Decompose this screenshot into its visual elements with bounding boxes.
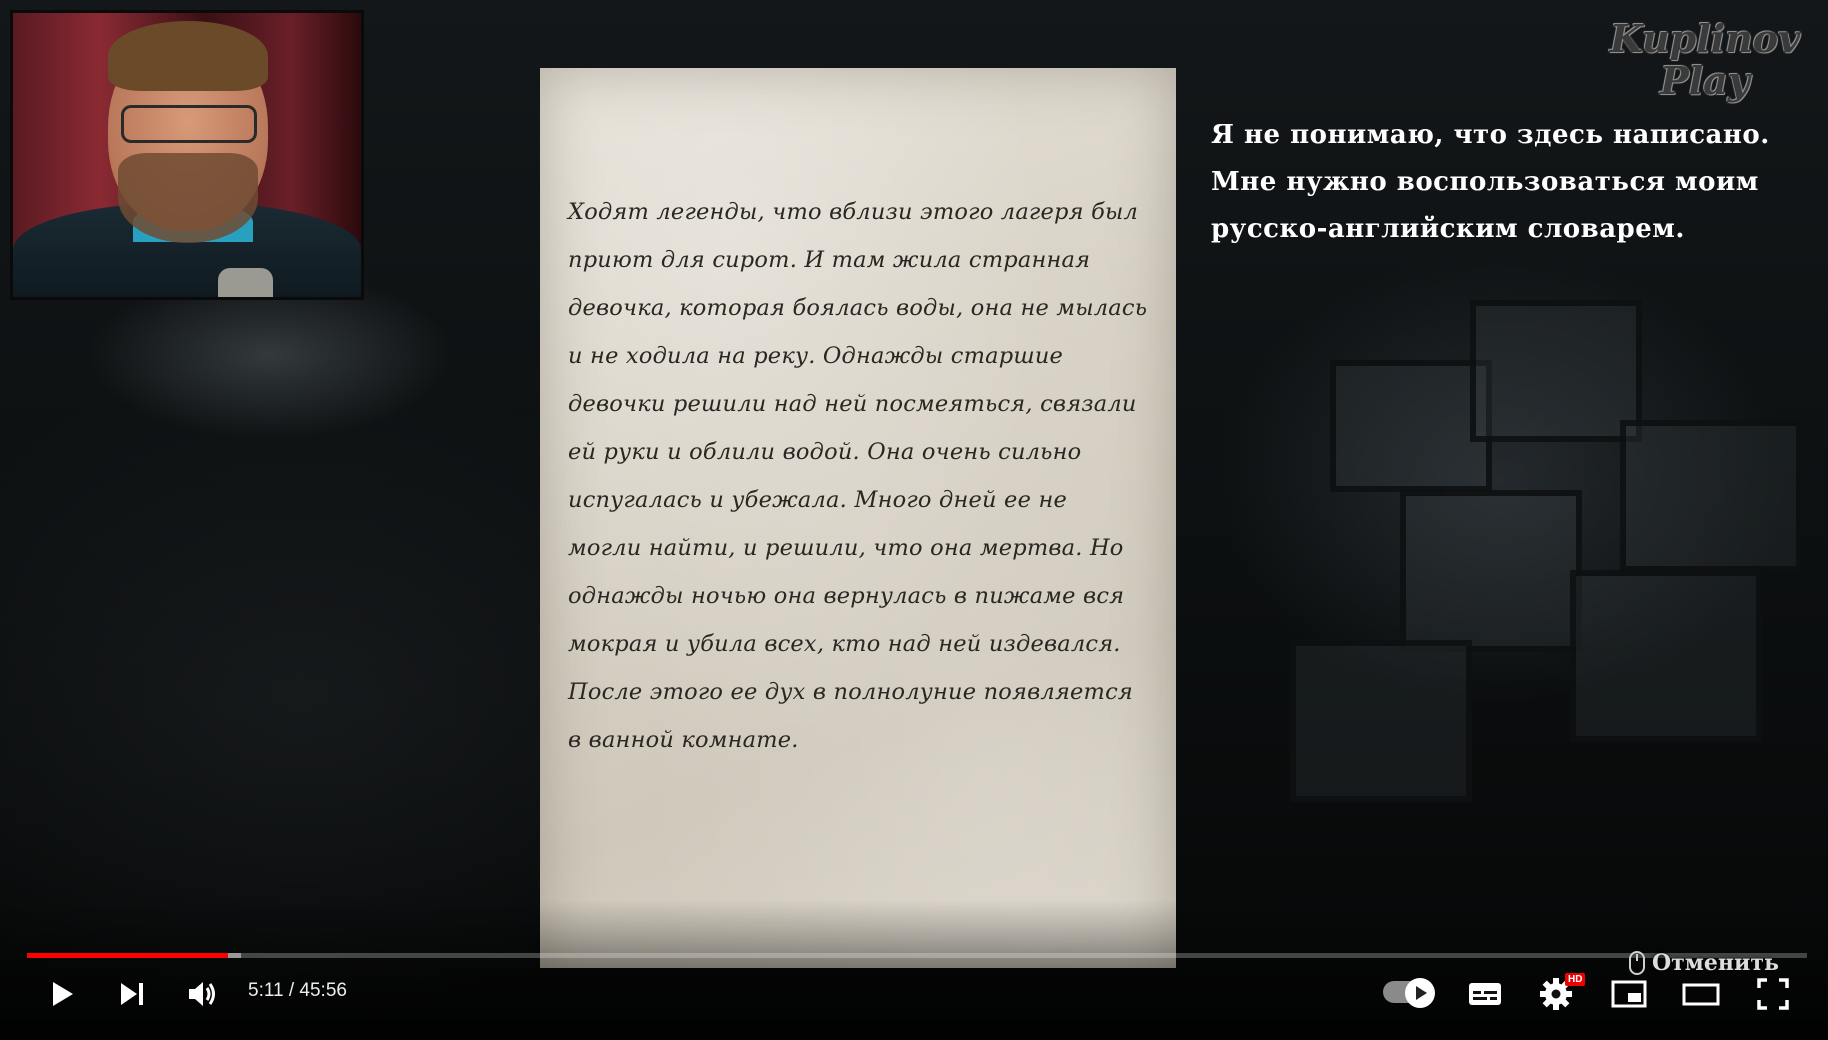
webcam-hair <box>108 21 268 91</box>
letter-line: Ходят легенды, что вблизи этого лагеря б… <box>568 199 1139 225</box>
letter-line: в ванной комнате. <box>568 727 799 753</box>
fullscreen-icon[interactable] <box>1755 976 1791 1012</box>
progress-played <box>27 953 229 958</box>
floor-tile <box>1290 640 1472 802</box>
subtitles-icon[interactable] <box>1466 976 1504 1012</box>
subtitle-line: русско-английским словарем. <box>1211 214 1685 244</box>
floor-tile <box>1400 490 1582 652</box>
letter-line: испугалась и убежала. Много дней ее не <box>568 487 1067 513</box>
letter-line: однажды ночью она вернулась в пижаме вся <box>568 583 1125 609</box>
controls-gradient <box>0 900 1828 1040</box>
theater-icon[interactable] <box>1681 976 1721 1012</box>
letter-line: ей руки и облили водой. Она очень сильно <box>568 439 1082 465</box>
time-display: 5:11 / 45:56 <box>248 980 347 1001</box>
letter-line: девочка, которая боялась воды, она не мы… <box>568 295 1148 321</box>
webcam-overlay <box>10 10 364 300</box>
handwritten-letter: Ходят легенды, что вблизи этого лагеря б… <box>540 68 1176 968</box>
letter-line: мокрая и убила всех, кто над ней издевал… <box>568 631 1121 657</box>
autoplay-play-icon <box>1416 986 1427 1000</box>
microphone <box>218 268 273 297</box>
next-icon[interactable] <box>114 976 150 1012</box>
floor-tile <box>1620 420 1802 572</box>
letter-line: приют для сирот. И там жила странная <box>568 247 1091 273</box>
floor-tile <box>1470 300 1642 442</box>
subtitle-line: Мне нужно воспользоваться моим <box>1211 167 1759 197</box>
cancel-label[interactable]: Отменить <box>1652 950 1779 976</box>
channel-watermark: Kuplinov Play <box>1600 18 1810 110</box>
webcam-glasses <box>121 105 257 143</box>
floor-tile <box>1330 360 1492 492</box>
subtitle-line: Я не понимаю, что здесь написано. <box>1211 120 1770 150</box>
letter-text: Ходят легенды, что вблизи этого лагеря б… <box>568 188 1148 764</box>
game-subtitle: Я не понимаю, что здесь написано. Мне ну… <box>1211 112 1771 253</box>
watermark-line: Play <box>1660 58 1750 103</box>
miniplayer-icon[interactable] <box>1610 976 1648 1012</box>
letter-line: После этого ее дух в полнолуние появляет… <box>568 679 1133 705</box>
autoplay-knob[interactable] <box>1405 978 1435 1008</box>
volume-icon[interactable] <box>184 976 220 1012</box>
letter-line: девочки решили над ней посмеяться, связа… <box>568 391 1137 417</box>
mouse-icon <box>1629 951 1645 975</box>
progress-bar[interactable] <box>27 953 1807 958</box>
hd-badge: HD <box>1565 973 1586 986</box>
floor-tile <box>1570 570 1762 742</box>
play-icon[interactable] <box>44 976 80 1012</box>
watermark-line: Kuplinov <box>1609 16 1801 61</box>
letter-line: и не ходила на реку. Однажды старшие <box>568 343 1064 369</box>
letter-line: могли найти, и решили, что она мертва. Н… <box>568 535 1124 561</box>
video-player[interactable]: Kuplinov Play Ходят легенды, что вблизи … <box>0 0 1828 1040</box>
webcam-beard <box>118 153 258 243</box>
